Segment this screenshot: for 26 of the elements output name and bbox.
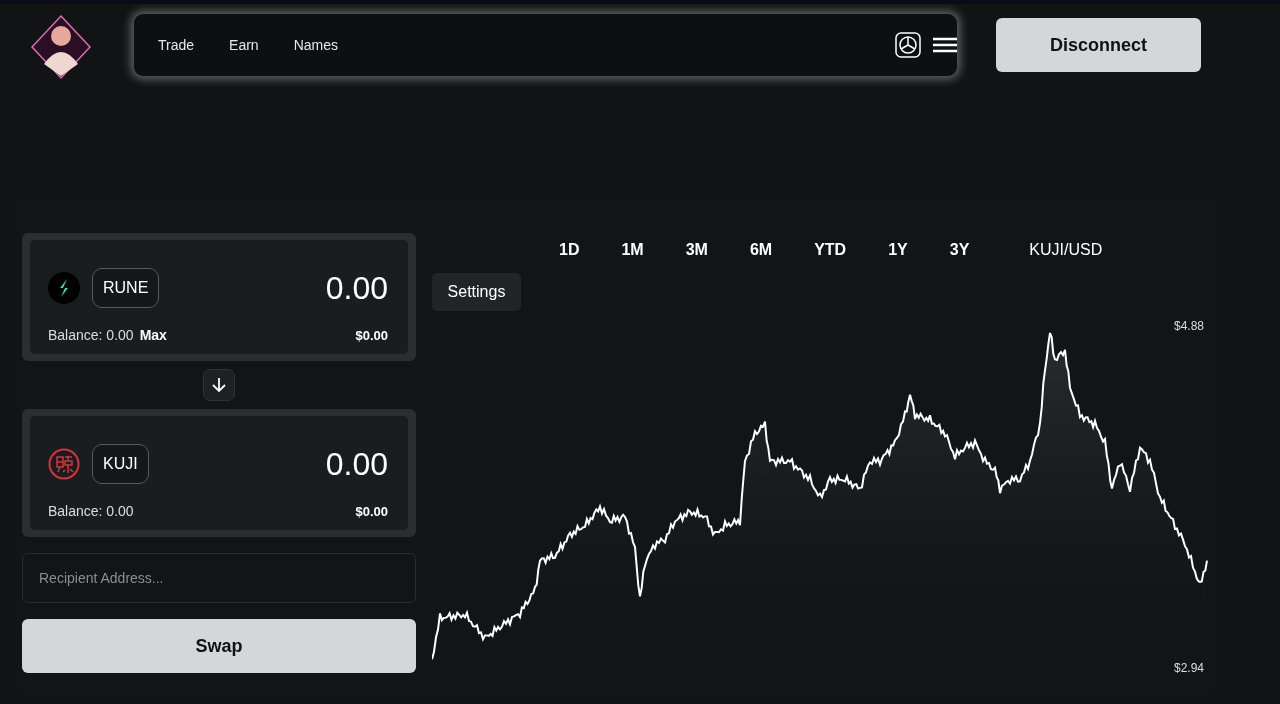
range-tab[interactable]: 1M: [613, 241, 652, 259]
range-tab[interactable]: 1Y: [880, 241, 916, 259]
swap-button[interactable]: Swap: [22, 619, 416, 673]
high-price-label: $4.88: [1173, 319, 1204, 333]
balance-label: Balance: 0.00: [48, 327, 134, 343]
low-price-label: $2.94: [1173, 661, 1204, 675]
balance-label: Balance: 0.00: [48, 503, 134, 519]
disconnect-button[interactable]: Disconnect: [996, 18, 1201, 72]
amount-value: 0.00: [325, 269, 388, 307]
nav-link[interactable]: Names: [293, 37, 338, 53]
usd-value: $0.00: [354, 503, 388, 519]
token-select-button[interactable]: RUNE: [92, 268, 160, 308]
usd-value: $0.00: [354, 327, 388, 343]
nav-link[interactable]: Earn: [229, 37, 259, 53]
pair-label: KUJI/USD: [1029, 241, 1103, 259]
max-link[interactable]: Max: [139, 327, 167, 343]
settings-button[interactable]: Settings: [432, 273, 521, 311]
range-tab[interactable]: 6M: [741, 241, 781, 259]
token-select-button[interactable]: KUJI: [92, 444, 149, 484]
amount-value: 0.00: [325, 445, 388, 483]
range-tab[interactable]: 3Y: [941, 241, 978, 259]
nav-link[interactable]: Trade: [158, 37, 195, 53]
range-tab[interactable]: 1D: [551, 241, 588, 259]
range-tab[interactable]: 3M: [677, 241, 716, 259]
range-tab[interactable]: YTD: [806, 241, 855, 259]
recipient-address-field[interactable]: Recipient Address...: [22, 553, 416, 603]
